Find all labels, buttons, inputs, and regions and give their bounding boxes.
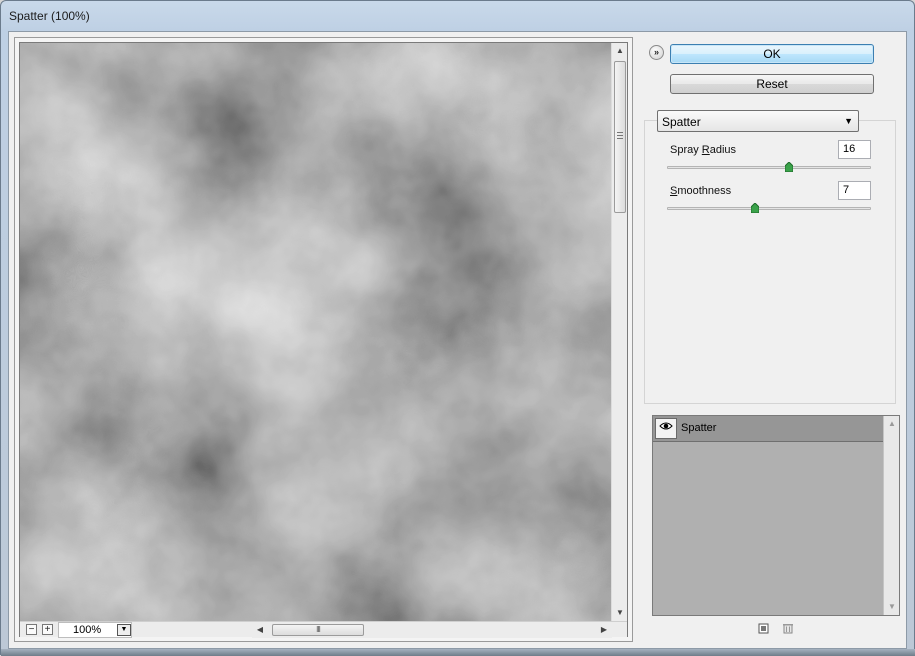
effect-layer-row[interactable]: Spatter: [653, 416, 883, 442]
preview-panel: ▲ ▼ − + 100% ▼ ◀ III ▶: [14, 37, 633, 642]
preview-viewport: ▲ ▼ − + 100% ▼ ◀ III ▶: [19, 42, 628, 638]
scroll-up-icon[interactable]: ▲: [884, 416, 900, 432]
new-effect-layer-icon[interactable]: [757, 622, 771, 636]
scroll-right-icon[interactable]: ▶: [596, 622, 612, 638]
zoom-level-value: 100%: [73, 624, 102, 636]
trash-icon[interactable]: [781, 622, 795, 636]
dialog-client-area: ▲ ▼ − + 100% ▼ ◀ III ▶ » OK Reset Spatte…: [8, 31, 907, 649]
filter-settings-box: [644, 120, 896, 404]
spray-radius-slider-thumb[interactable]: [785, 162, 794, 172]
filter-select-value: Spatter: [662, 115, 701, 129]
spray-radius-label: Spray Radius: [670, 144, 737, 156]
double-chevron-down-icon[interactable]: »: [649, 45, 664, 60]
title-bar[interactable]: Spatter (100%): [1, 1, 914, 31]
reset-button[interactable]: Reset: [670, 74, 874, 94]
preview-canvas[interactable]: [20, 43, 612, 621]
scroll-down-icon[interactable]: ▼: [884, 599, 900, 615]
chevron-down-icon[interactable]: ▼: [117, 624, 131, 636]
smoothness-slider-thumb[interactable]: [750, 203, 759, 213]
smoothness-slider[interactable]: [667, 203, 871, 213]
preview-bottom-bar: − + 100% ▼ ◀ III ▶: [20, 621, 627, 638]
vertical-scroll-thumb[interactable]: [614, 61, 626, 213]
scroll-left-icon[interactable]: ◀: [252, 622, 268, 638]
horizontal-scroll-thumb[interactable]: III: [272, 624, 364, 636]
scroll-down-icon[interactable]: ▼: [612, 605, 628, 621]
smoothness-label: Smoothness: [670, 185, 732, 197]
layers-scrollbar[interactable]: ▲ ▼: [883, 416, 899, 615]
filter-dialog-window: Spatter (100%) ▲ ▼ − + 100% ▼ ◀ III ▶ » …: [0, 0, 915, 656]
eye-icon[interactable]: [655, 418, 677, 439]
effect-layers-list: Spatter ▲ ▼: [652, 415, 900, 616]
effect-layer-name: Spatter: [681, 422, 717, 434]
window-title: Spatter (100%): [9, 9, 90, 23]
scroll-up-icon[interactable]: ▲: [612, 43, 628, 59]
filter-select[interactable]: Spatter ▼: [657, 110, 859, 132]
controls-panel: » OK Reset Spatter ▼ Spray Radius 16 Smo…: [643, 32, 905, 648]
spray-radius-slider[interactable]: [667, 162, 871, 172]
zoom-in-button[interactable]: +: [42, 624, 53, 635]
chevron-down-icon: ▼: [844, 116, 853, 126]
preview-horizontal-scrollbar[interactable]: ◀ III ▶: [252, 622, 612, 638]
spray-radius-input[interactable]: 16: [838, 140, 871, 159]
zoom-out-button[interactable]: −: [26, 624, 37, 635]
preview-vertical-scrollbar[interactable]: ▲ ▼: [611, 43, 627, 621]
ok-button[interactable]: OK: [670, 44, 874, 64]
smoothness-input[interactable]: 7: [838, 181, 871, 200]
spatter-texture-image: [20, 43, 612, 621]
